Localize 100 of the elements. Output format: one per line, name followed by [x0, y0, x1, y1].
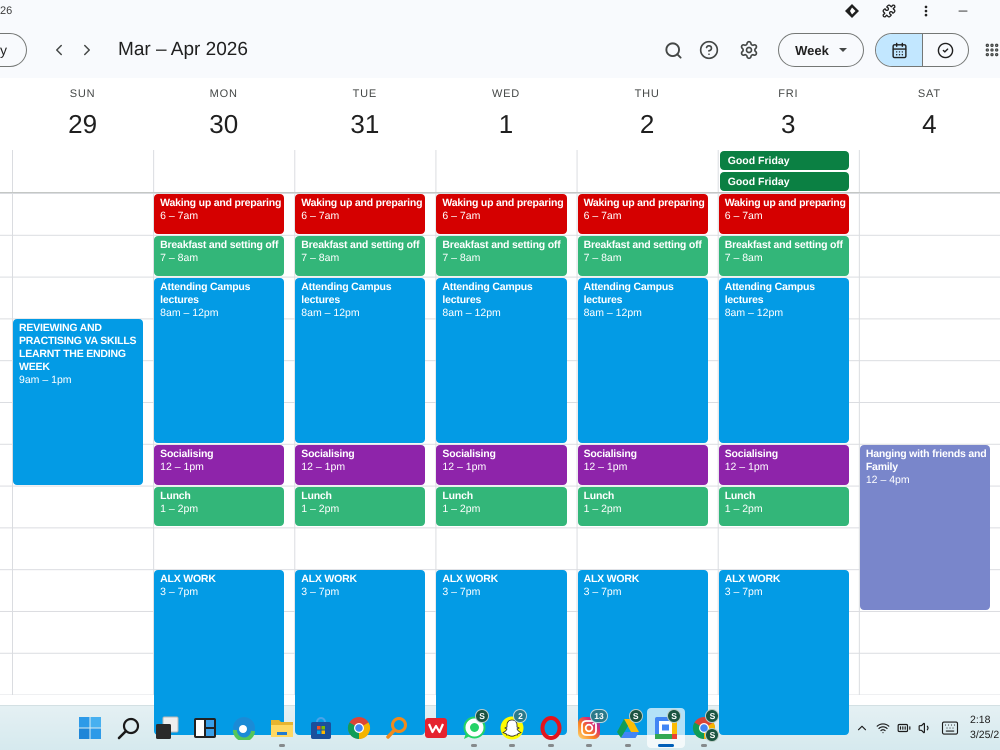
event-time: 12 – 1pm: [301, 460, 346, 474]
window-title: 26: [0, 4, 12, 18]
wifi-icon[interactable]: [876, 721, 890, 735]
view-dropdown[interactable]: Week: [778, 33, 864, 67]
event-title: Breakfast and setting off: [160, 238, 278, 252]
profile-badge: S: [667, 709, 682, 723]
profile-badge: S: [705, 709, 720, 723]
event-time: 6 – 7am: [724, 210, 763, 223]
calendar-event[interactable]: Breakfast and setting off 7 – 8am: [436, 236, 567, 276]
event-title: Attending Campus lectures: [301, 280, 392, 307]
calendar-event[interactable]: Socialising 12 – 1pm: [718, 444, 849, 485]
search-icon: [116, 716, 141, 740]
event-time: 8am – 12pm: [160, 306, 219, 320]
calendar-event[interactable]: Lunch 1 – 2pm: [295, 486, 426, 526]
taskbar-button[interactable]: S: [646, 708, 686, 748]
caret-icon: [838, 48, 847, 52]
calendar-event[interactable]: Breakfast and setting off 7 – 8am: [718, 236, 849, 276]
calendar-event[interactable]: Lunch 1 – 2pm: [154, 486, 284, 526]
calendar-event[interactable]: Breakfast and setting off 7 – 8am: [154, 236, 284, 276]
today-button[interactable]: y: [0, 33, 27, 67]
day-number[interactable]: 1: [498, 109, 514, 139]
calendar-event[interactable]: Lunch 1 – 2pm: [718, 486, 849, 526]
calendar-event[interactable]: Waking up and preparing 6 – 7am: [436, 194, 567, 234]
event-title: Breakfast and setting off: [584, 238, 702, 252]
event-title: Breakfast and setting off: [301, 238, 420, 252]
all-day-event[interactable]: Good Friday: [720, 172, 849, 191]
calendar-event[interactable]: Lunch 1 – 2pm: [578, 486, 708, 526]
event-time: 6 – 7am: [301, 210, 340, 223]
day-number[interactable]: 30: [209, 109, 238, 139]
calendar-event[interactable]: ALX WORK 3 – 7pm: [295, 570, 426, 736]
event-title: Socialising: [160, 448, 214, 461]
calendar-event[interactable]: Socialising 12 – 1pm: [295, 444, 426, 485]
event-time: 1 – 2pm: [584, 502, 622, 516]
event-time: 3 – 7pm: [301, 586, 340, 600]
calendar-event[interactable]: Attending Campus lectures 8am – 12pm: [295, 278, 426, 443]
day-number[interactable]: 29: [68, 109, 98, 139]
puzzle-icon[interactable]: [882, 4, 896, 18]
calendar-event[interactable]: Attending Campus lectures 8am – 12pm: [154, 278, 284, 443]
event-title: Lunch: [584, 490, 614, 503]
event-time: 8am – 12pm: [584, 306, 642, 320]
day-number[interactable]: 3: [781, 109, 796, 139]
event-title: Waking up and preparing: [160, 197, 282, 210]
swirl-icon: [232, 716, 256, 740]
weekday-label: WED: [492, 88, 520, 100]
clock-time[interactable]: 2:18: [970, 713, 1000, 728]
calendar-view-button[interactable]: [876, 34, 922, 66]
event-title: Breakfast and setting off: [442, 238, 561, 252]
day-number[interactable]: 4: [922, 109, 937, 139]
calendar-event[interactable]: Socialising 12 – 1pm: [154, 444, 284, 485]
calendar-event[interactable]: Attending Campus lectures 8am – 12pm: [718, 278, 849, 443]
calendar-event[interactable]: REVIEWING AND PRACTISING VA SKILLS LEARNT THE ENDING WEEK 9am – 1pm: [13, 319, 144, 485]
event-title: Hanging with friends and Family: [866, 448, 988, 474]
check-circle-icon: [937, 42, 954, 58]
calendar-event[interactable]: ALX WORK 3 – 7pm: [718, 570, 849, 736]
weekday-label: SUN: [70, 88, 96, 100]
event-title: Attending Campus lectures: [584, 280, 675, 307]
event-title: Lunch: [442, 490, 473, 503]
event-title: Attending Campus lectures: [160, 280, 252, 307]
calendar-event[interactable]: Hanging with friends and Family 12 – 4pm: [860, 444, 990, 610]
keyboard-icon[interactable]: [941, 719, 959, 737]
calendar-event[interactable]: Waking up and preparing 6 – 7am: [578, 194, 708, 234]
event-time: 3 – 7pm: [442, 586, 480, 600]
date-range-title: Mar – Apr 2026: [118, 39, 248, 61]
weekday-label: SAT: [918, 88, 941, 100]
event-title: Waking up and preparing: [724, 197, 846, 210]
calendar-event[interactable]: Socialising 12 – 1pm: [436, 444, 567, 485]
calendar-event[interactable]: Lunch 1 – 2pm: [436, 486, 567, 526]
battery-icon[interactable]: [897, 721, 911, 735]
zigzag-tile-icon: [424, 716, 448, 740]
calendar-event[interactable]: Waking up and preparing 6 – 7am: [718, 194, 849, 234]
day-number[interactable]: 2: [640, 109, 654, 139]
calendar-event[interactable]: ALX WORK 3 – 7pm: [154, 570, 284, 736]
calendar-event[interactable]: Breakfast and setting off 7 – 8am: [578, 236, 708, 276]
help-icon[interactable]: [699, 40, 719, 60]
settings-icon[interactable]: [739, 40, 759, 60]
panel-icon: [193, 716, 218, 740]
day-number[interactable]: 31: [350, 109, 380, 139]
event-title: Waking up and preparing: [301, 197, 422, 210]
event-title: Socialising: [442, 448, 496, 461]
event-title: Socialising: [584, 448, 637, 461]
event-time: 7 – 8am: [724, 252, 763, 265]
calendar-event[interactable]: Waking up and preparing 6 – 7am: [154, 194, 284, 234]
profile-badge: S: [705, 728, 720, 742]
calendar-event[interactable]: Socialising 12 – 1pm: [578, 444, 708, 485]
clock-date[interactable]: 3/25/2: [970, 728, 1000, 743]
weekday-label: FRI: [778, 88, 798, 100]
search-icon[interactable]: [664, 40, 682, 60]
apps-grid-icon[interactable]: [984, 42, 1000, 58]
calendar-event[interactable]: Waking up and preparing 6 – 7am: [295, 194, 426, 234]
event-title: Breakfast and setting off: [724, 238, 843, 252]
calendar-event[interactable]: Attending Campus lectures 8am – 12pm: [436, 278, 567, 443]
event-time: 3 – 7pm: [160, 586, 198, 600]
event-time: 8am – 12pm: [724, 306, 784, 320]
diamond-icon[interactable]: [845, 4, 859, 18]
event-title: ALX WORK: [724, 573, 780, 586]
calendar-event[interactable]: Attending Campus lectures 8am – 12pm: [578, 278, 708, 443]
event-time: 3 – 7pm: [724, 586, 763, 600]
all-day-event[interactable]: Good Friday: [720, 151, 849, 170]
calendar-event[interactable]: Breakfast and setting off 7 – 8am: [295, 236, 426, 276]
event-time: 3 – 7pm: [584, 586, 622, 600]
